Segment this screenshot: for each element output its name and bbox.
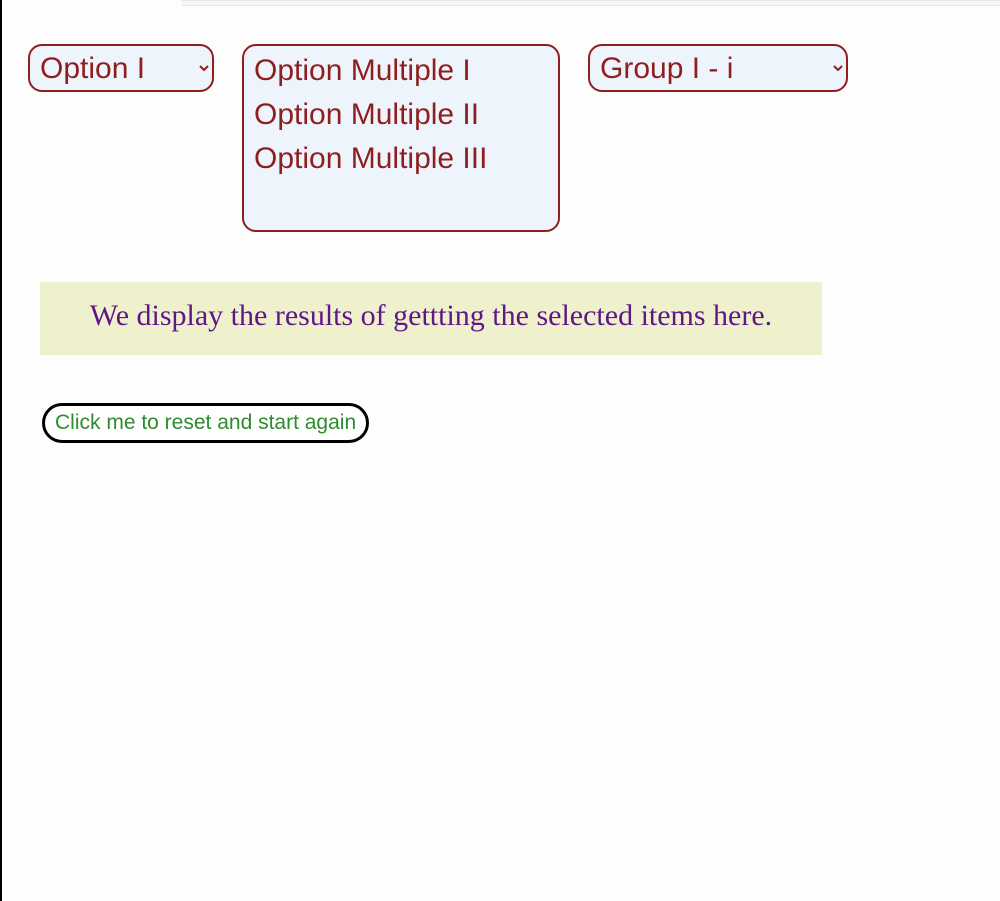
single-option-select[interactable]: Option I Option II Option III [28, 44, 214, 92]
results-display: We display the results of gettting the s… [40, 282, 822, 355]
multiple-option-select[interactable]: Option Multiple I Option Multiple II Opt… [242, 44, 560, 232]
selects-row: Option I Option II Option III Option Mul… [2, 6, 1000, 232]
multiple-option-item[interactable]: Option Multiple III [250, 138, 552, 182]
multiple-option-item[interactable]: Option Multiple II [250, 94, 552, 138]
grouped-option-select[interactable]: Group I - i Group I - ii Group II - i Gr… [588, 44, 848, 92]
multiple-option-item[interactable]: Option Multiple I [250, 50, 552, 94]
reset-button[interactable]: Click me to reset and start again [42, 403, 369, 443]
